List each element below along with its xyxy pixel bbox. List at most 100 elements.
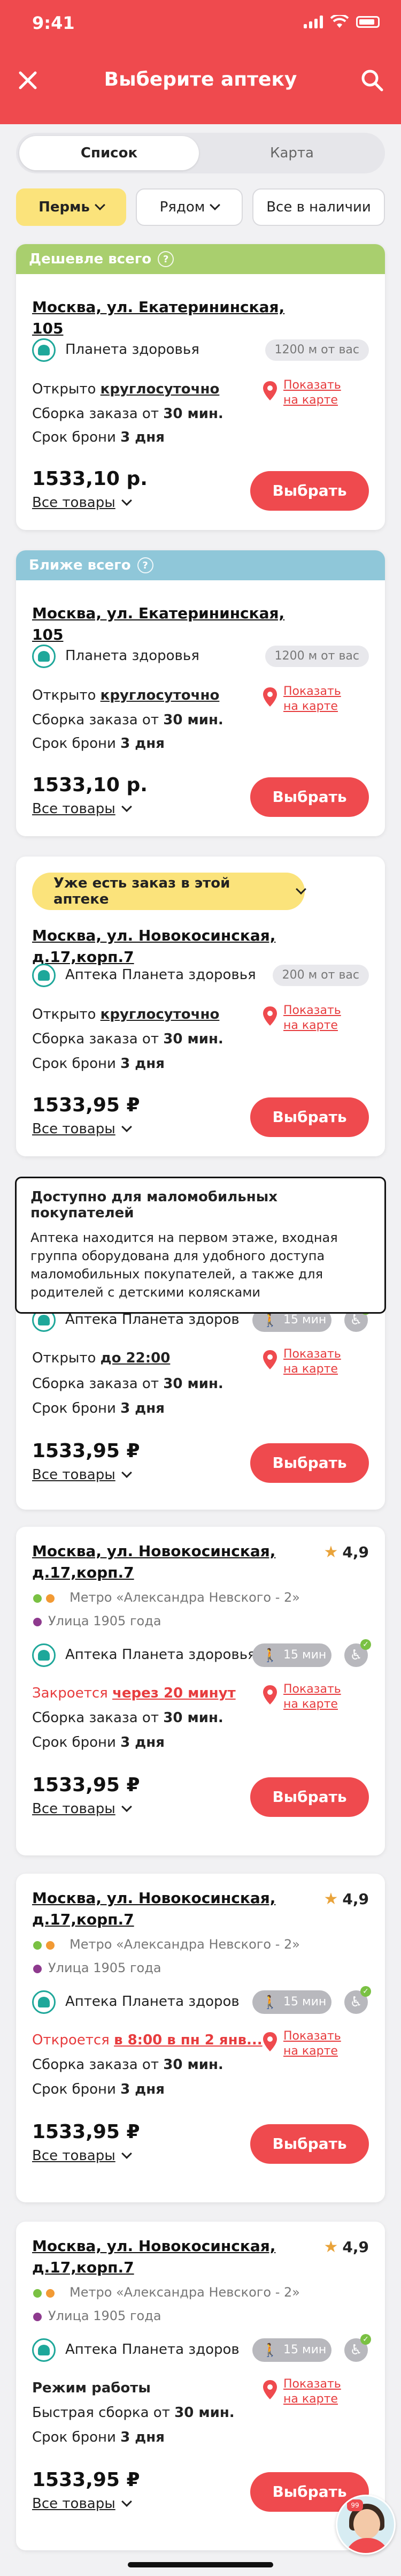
- price: 1533,95 ₽: [32, 2469, 140, 2491]
- choose-button[interactable]: Выбрать: [250, 777, 369, 817]
- pharmacy-card[interactable]: Уже есть заказ в этой аптеке Москва, ул.…: [16, 857, 385, 1156]
- status-time: 9:41: [32, 13, 75, 33]
- tooltip-title: Доступно для маломобильных покупателей: [30, 1189, 277, 1221]
- pharmacy-card[interactable]: Москва, ул. Новокосинская, д.17,корп.7 ★ 4…: [16, 1874, 385, 2202]
- signal-icon: [304, 16, 323, 28]
- pickup-value: 30 мин.: [163, 712, 223, 728]
- status-value: через 20 минут: [112, 1685, 236, 1701]
- pickup-prefix: Сборка заказа от: [32, 1031, 164, 1047]
- page-title: Выберите аптеку: [104, 69, 297, 90]
- fast-pickup-time: Быстрая сборка от 30 мин.: [32, 2405, 235, 2421]
- show-on-map-text-2: на карте: [283, 700, 338, 713]
- show-on-map-link[interactable]: Показать на карте: [283, 1347, 369, 1377]
- pickup-value: 30 мин.: [163, 1376, 223, 1392]
- pharmacy-name: Аптека Планета здоровья: [65, 1647, 256, 1663]
- view-switcher: Список Карта: [16, 133, 385, 173]
- all-goods-toggle[interactable]: Все товары: [32, 2148, 132, 2164]
- pickup-value: 30 мин.: [163, 1031, 223, 1047]
- reserve-prefix: Срок брони: [32, 1400, 121, 1416]
- accessibility-icon[interactable]: ♿✓: [344, 1986, 371, 2014]
- choose-button[interactable]: Выбрать: [250, 1777, 369, 1817]
- all-goods-toggle[interactable]: Все товары: [32, 801, 132, 817]
- chat-assistant-button[interactable]: 99: [336, 2495, 396, 2555]
- all-goods-toggle[interactable]: Все товары: [32, 1121, 132, 1137]
- show-on-map-link[interactable]: Показать на карте: [283, 2029, 369, 2059]
- pharmacy-address[interactable]: Москва, ул. Екатерининская, 105: [32, 603, 310, 646]
- chevron-down-icon: [121, 1467, 132, 1478]
- all-goods-toggle[interactable]: Все товары: [32, 2496, 132, 2512]
- address-line-1: Москва, ул. Новокосинская,: [32, 1542, 276, 1560]
- pharmacy-address[interactable]: Москва, ул. Новокосинская, д.17,корп.7: [32, 2236, 310, 2278]
- show-on-map-text-1: Показать: [283, 2029, 341, 2043]
- pharmacy-name: Аптека Планета здоров: [65, 2342, 240, 2358]
- help-icon[interactable]: ?: [158, 251, 174, 267]
- address-line-1: Москва, ул. Новокосинская,: [32, 2237, 276, 2255]
- distance-badge: 200 м от вас: [272, 965, 369, 986]
- pharmacy-address[interactable]: Москва, ул. Новокосинская, д.17,корп.7: [32, 1541, 310, 1584]
- search-icon[interactable]: [359, 67, 385, 93]
- choose-button[interactable]: Выбрать: [250, 1097, 369, 1137]
- show-on-map-link[interactable]: Показать на карте: [283, 1003, 369, 1033]
- walk-time-badge: 15 мин: [252, 1990, 331, 2014]
- street-station: Улица 1905 года: [48, 1613, 161, 1628]
- pickup-value: 30 мин.: [163, 2057, 223, 2073]
- show-on-map-text-1: Показать: [283, 378, 341, 392]
- reserve-term: Срок брони 3 дня: [32, 736, 165, 752]
- all-goods-toggle[interactable]: Все товары: [32, 1467, 132, 1483]
- header: Выберите аптеку: [0, 49, 401, 124]
- pharmacy-card[interactable]: Москва, ул. Новокосинская, д.17,корп.7 ★ 4…: [16, 2222, 385, 2550]
- rating: ★ 4,9: [323, 1890, 369, 1908]
- map-pin-icon: [263, 1006, 277, 1026]
- pharmacy-card[interactable]: Дешевле всего? Москва, ул. Екатерининска…: [16, 244, 385, 530]
- show-on-map-link[interactable]: Показать на карте: [283, 378, 369, 408]
- near-filter[interactable]: Рядом: [136, 188, 243, 226]
- existing-order-badge[interactable]: Уже есть заказ в этой аптеке: [32, 873, 306, 910]
- city-filter[interactable]: Пермь: [16, 188, 126, 226]
- pharmacy-logo-icon: [32, 645, 56, 668]
- working-hours[interactable]: Режим работы: [32, 2380, 151, 2396]
- choose-button[interactable]: Выбрать: [250, 1443, 369, 1483]
- all-goods-label: Все товары: [32, 801, 115, 817]
- pharmacy-card[interactable]: Ближе всего? Москва, ул. Екатерининская,…: [16, 550, 385, 836]
- status-icons: [304, 15, 380, 29]
- reserve-term: Срок брони 3 дня: [32, 1734, 165, 1751]
- accessibility-icon[interactable]: ♿✓: [344, 1639, 371, 1667]
- distance-badge: 1200 м от вас: [265, 646, 369, 667]
- pharmacy-name: Аптека Планета здоров: [65, 1994, 240, 2010]
- metro-line-purple-icon: [33, 1965, 42, 1973]
- choose-button[interactable]: Выбрать: [250, 471, 369, 511]
- pharmacy-address[interactable]: Москва, ул. Екатерининская, 105: [32, 297, 310, 339]
- open-value: круглосуточно: [100, 1006, 220, 1022]
- metro-station: Метро «Александра Невского - 2»: [70, 1937, 300, 1952]
- in-stock-filter[interactable]: Все в наличии: [252, 188, 385, 226]
- open-hours: Открыто до 22:00: [32, 1350, 170, 1366]
- show-on-map-link[interactable]: Показать на карте: [283, 684, 369, 714]
- price: 1533,10 р.: [32, 774, 148, 796]
- choose-button[interactable]: Выбрать: [250, 2124, 369, 2164]
- pickup-prefix: Сборка заказа от: [32, 1710, 164, 1726]
- pharmacy-address[interactable]: Москва, ул. Новокосинская, д.17,корп.7: [32, 1888, 310, 1930]
- reserve-value: 3 дня: [120, 1734, 165, 1751]
- reserve-prefix: Срок брони: [32, 2081, 121, 2097]
- pharmacy-name: Аптека Планета здоровья: [65, 967, 256, 983]
- accessibility-icon[interactable]: ♿✓: [344, 2334, 371, 2362]
- rating-value: 4,9: [342, 2238, 369, 2256]
- all-goods-label: Все товары: [32, 1121, 115, 1137]
- pickup-value: 30 мин.: [163, 406, 223, 422]
- open-hours: Открыто круглосуточно: [32, 1006, 219, 1022]
- all-goods-toggle[interactable]: Все товары: [32, 1801, 132, 1817]
- map-pin-icon: [263, 2380, 277, 2399]
- help-icon[interactable]: ?: [137, 557, 153, 573]
- show-on-map-link[interactable]: Показать на карте: [283, 1682, 369, 1712]
- pickup-prefix: Сборка заказа от: [32, 406, 164, 422]
- badge-label: Ближе всего: [29, 557, 131, 573]
- pharmacy-card[interactable]: Москва, ул. Новокосинская, д.17,корп.7 ★ 4…: [16, 1527, 385, 1855]
- tab-map[interactable]: Карта: [202, 136, 382, 170]
- all-goods-toggle[interactable]: Все товары: [32, 495, 132, 511]
- chevron-down-icon: [121, 2496, 132, 2507]
- tab-list[interactable]: Список: [19, 136, 199, 170]
- metro-station: Метро «Александра Невского - 2»: [70, 1590, 300, 1605]
- show-on-map-link[interactable]: Показать на карте: [283, 2377, 369, 2407]
- pharmacy-address[interactable]: Москва, ул. Новокосинская, д.17,корп.7: [32, 925, 374, 968]
- metro-line-purple-icon: [33, 2313, 42, 2321]
